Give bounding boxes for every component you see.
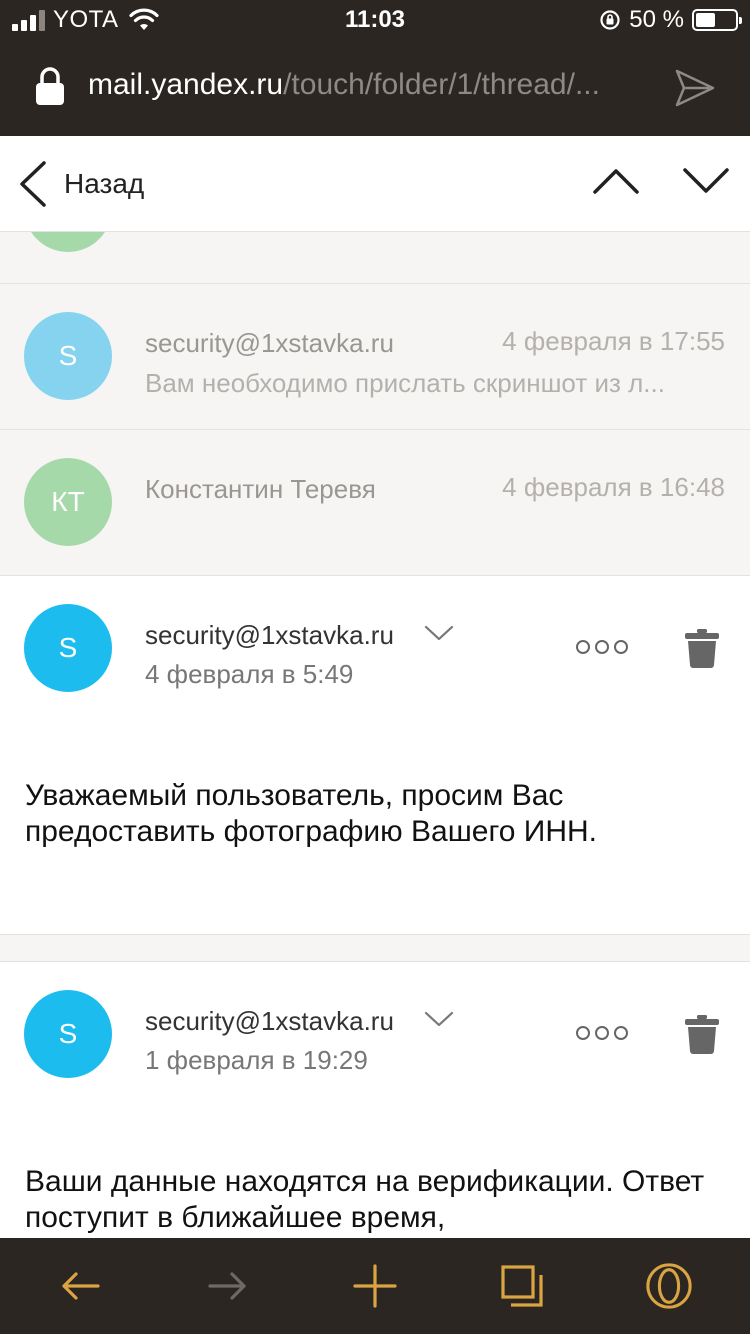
battery-fill <box>696 13 715 27</box>
message-sender[interactable]: security@1xstavka.ru <box>145 1006 394 1037</box>
browser-back-button[interactable] <box>56 1262 104 1310</box>
lock-icon <box>36 67 64 105</box>
sender-details-chevron-icon[interactable] <box>424 1010 454 1028</box>
avatar-initials: S <box>58 1018 78 1049</box>
opera-logo-icon <box>646 1263 692 1309</box>
thread-sender: security@1xstavka.ru <box>145 328 394 358</box>
address-bar[interactable]: mail.yandex.ru/touch/folder/1/thread/... <box>0 40 750 136</box>
back-button[interactable]: Назад <box>64 168 144 200</box>
opera-menu-button[interactable] <box>645 1262 693 1310</box>
thread-snippet: Вам необходимо прислать скриншот из л... <box>145 368 665 398</box>
url-path: /touch/folder/1/thread/... <box>283 68 600 101</box>
send-icon[interactable] <box>674 68 716 108</box>
message-body: Уважаемый пользователь, просим Вас предо… <box>25 779 597 848</box>
message-date: 4 февраля в 5:49 <box>145 659 354 689</box>
thread-date: 4 февраля в 16:48 <box>502 472 725 502</box>
plus-icon <box>353 1264 397 1308</box>
more-options-icon[interactable] <box>576 1026 628 1040</box>
chevron-down-icon[interactable] <box>682 166 730 196</box>
arrow-right-icon <box>208 1272 246 1300</box>
thread-row[interactable]: S security@1xstavka.ru 4 февраля в 17:55… <box>0 284 750 430</box>
avatar-initials: КТ <box>51 486 85 517</box>
new-tab-button[interactable] <box>351 1262 399 1310</box>
avatar-initials: S <box>58 632 78 663</box>
message: S security@1xstavka.ru 1 февраля в 19:29… <box>0 962 750 1238</box>
avatar-initials: S <box>58 340 78 371</box>
orientation-lock-icon <box>600 10 620 30</box>
trash-icon[interactable] <box>684 628 720 668</box>
status-bar: YOTA 11:03 50 % <box>0 0 750 40</box>
thread-sender: Константин Теревя <box>145 474 376 504</box>
thread-header: Назад <box>0 136 750 232</box>
sender-details-chevron-icon[interactable] <box>424 624 454 642</box>
browser-toolbar <box>0 1238 750 1334</box>
tabs-button[interactable] <box>498 1262 546 1310</box>
collapsed-message-peek[interactable] <box>0 232 750 284</box>
battery-icon <box>692 9 742 31</box>
tabs-icon <box>501 1265 543 1307</box>
avatar: S <box>24 990 112 1078</box>
message-date: 1 февраля в 19:29 <box>145 1045 368 1075</box>
thread-row[interactable]: КТ Константин Теревя 4 февраля в 16:48 <box>0 430 750 576</box>
url-text[interactable]: mail.yandex.ru/touch/folder/1/thread/... <box>88 68 648 102</box>
avatar: S <box>24 604 112 692</box>
arrow-left-icon <box>62 1272 100 1300</box>
chevron-up-icon[interactable] <box>592 166 640 196</box>
message-separator <box>0 934 750 962</box>
avatar: КТ <box>24 458 112 546</box>
battery-percent: 50 % <box>629 6 684 33</box>
message: S security@1xstavka.ru 4 февраля в 5:49 … <box>0 576 750 934</box>
trash-icon[interactable] <box>684 1014 720 1054</box>
back-chevron-icon[interactable] <box>16 160 48 208</box>
message-body: Ваши данные находятся на верификации. От… <box>25 1165 705 1234</box>
browser-forward-button[interactable] <box>204 1262 252 1310</box>
avatar <box>24 232 112 252</box>
more-options-icon[interactable] <box>576 640 628 654</box>
message-sender[interactable]: security@1xstavka.ru <box>145 620 394 651</box>
url-host: mail.yandex.ru <box>88 68 284 101</box>
thread-date: 4 февраля в 17:55 <box>502 326 725 356</box>
avatar: S <box>24 312 112 400</box>
status-right: 50 % <box>599 6 742 34</box>
